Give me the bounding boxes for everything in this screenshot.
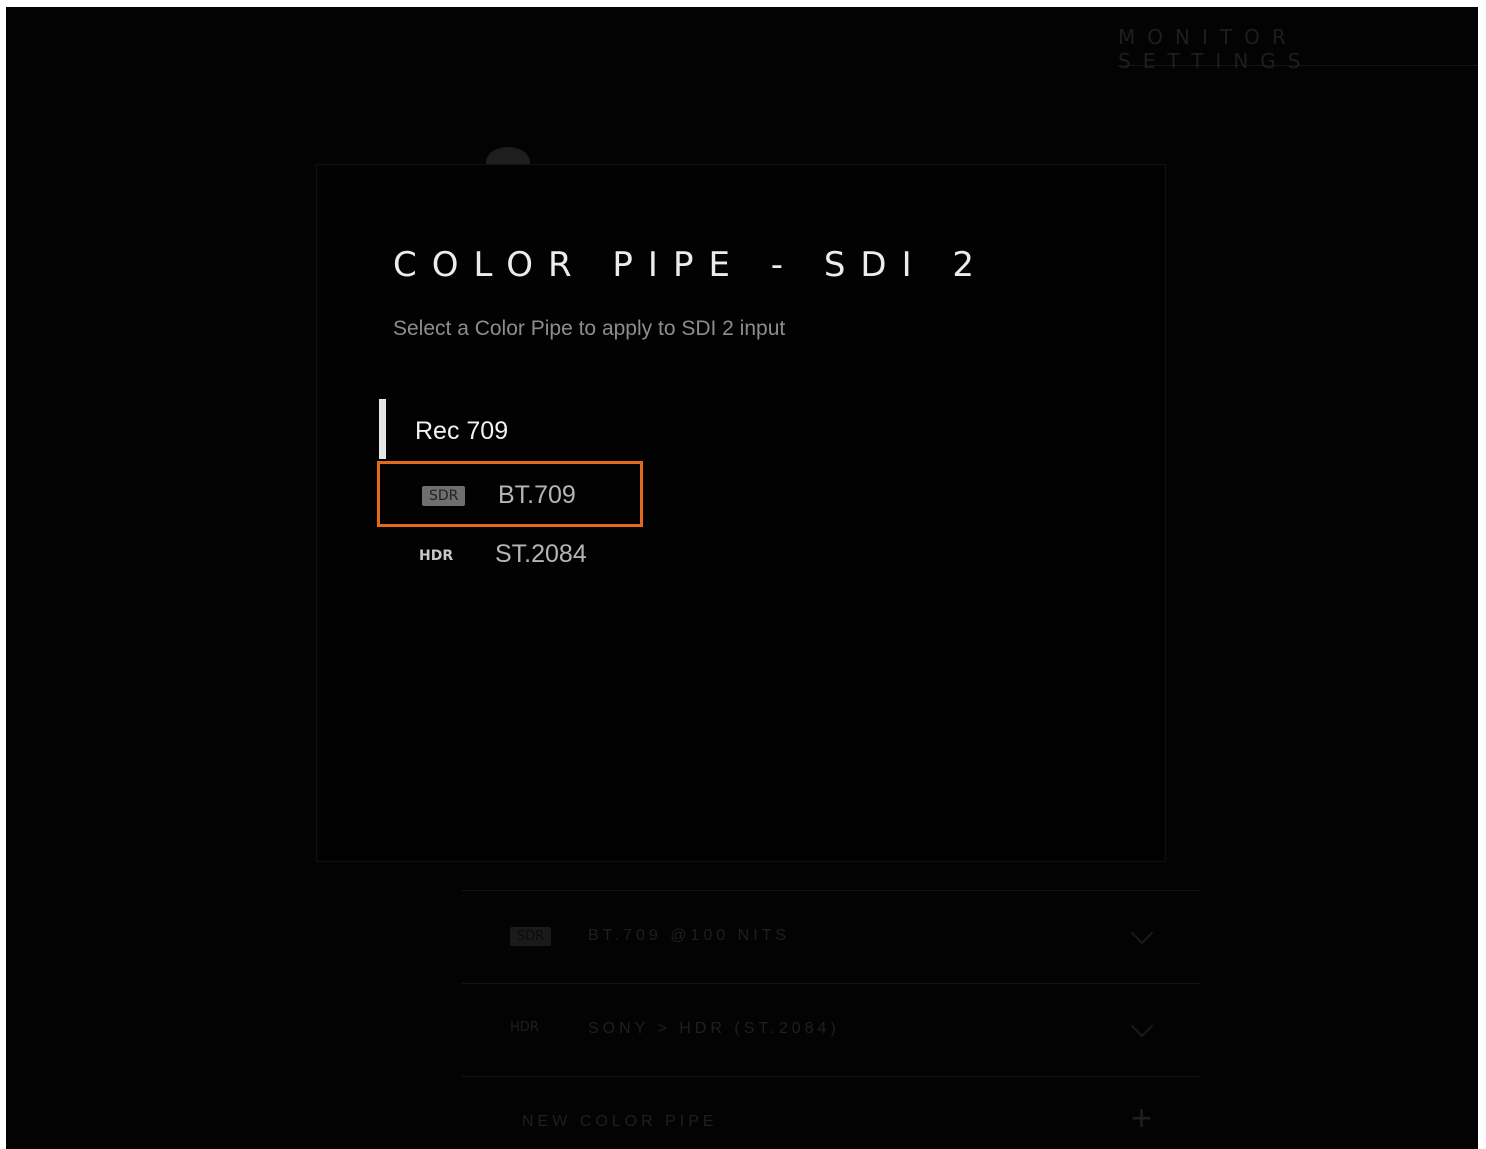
color-pipe-row-sdr[interactable]: SDR BT.709 @100 NITS (462, 890, 1200, 983)
color-pipe-list: SDR BT.709 @100 NITS HDR SONY > HDR (ST.… (462, 890, 1200, 1149)
app-screen: MONITOR SETTINGS SDR BT.709 @100 NITS HD… (6, 7, 1478, 1149)
color-pipe-group-rec709: Rec 709 (379, 399, 809, 459)
new-color-pipe-row[interactable]: NEW COLOR PIPE + (462, 1076, 1200, 1149)
color-pipe-label: SONY > HDR (ST.2084) (588, 1020, 840, 1037)
modal-title: COLOR PIPE - SDI 2 (393, 245, 990, 285)
color-pipe-label: BT.709 @100 NITS (588, 927, 791, 944)
group-label: Rec 709 (415, 417, 509, 445)
option-label: BT.709 (498, 481, 576, 509)
monitor-settings-title: MONITOR SETTINGS (1118, 25, 1313, 73)
plus-icon[interactable]: + (1131, 1097, 1152, 1139)
hdr-badge: HDR (510, 1020, 539, 1035)
option-st2084[interactable]: HDR ST.2084 (377, 523, 643, 589)
option-label: ST.2084 (495, 540, 587, 568)
color-pipe-modal: COLOR PIPE - SDI 2 Select a Color Pipe t… (316, 164, 1166, 862)
color-pipe-row-hdr[interactable]: HDR SONY > HDR (ST.2084) (462, 983, 1200, 1076)
chevron-down-icon[interactable] (1130, 921, 1154, 945)
new-color-pipe-label: NEW COLOR PIPE (522, 1113, 718, 1130)
sdr-badge: SDR (510, 927, 552, 946)
hdr-badge: HDR (419, 548, 454, 564)
modal-subtitle: Select a Color Pipe to apply to SDI 2 in… (393, 317, 786, 340)
option-bt709[interactable]: SDR BT.709 (377, 461, 643, 527)
chevron-down-icon[interactable] (1130, 1014, 1154, 1038)
group-indicator-bar (379, 399, 386, 459)
monitor-settings-header: MONITOR SETTINGS (1118, 7, 1478, 73)
sdr-badge: SDR (422, 486, 466, 506)
